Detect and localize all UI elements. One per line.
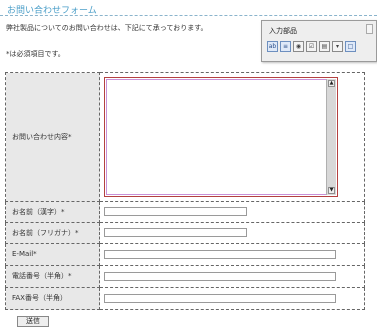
submit-button[interactable]: 送信 (17, 316, 49, 327)
fax-cell (99, 286, 365, 311)
form-row-fax: FAX番号（半角） (5, 286, 365, 311)
toolbar-button-row: ab ≡ ◉ ☑ ▤ ▾ □ (267, 41, 356, 54)
required-note: *は必須項目です。 (6, 50, 65, 58)
dropdown-icon[interactable]: ▾ (332, 41, 343, 52)
inquiry-label: お問い合わせ内容* (5, 72, 100, 202)
name-kanji-input[interactable] (104, 207, 247, 217)
input-parts-toolbar[interactable]: 入力部品 ab ≡ ◉ ☑ ▤ ▾ □ (261, 20, 377, 62)
toolbar-close-icon[interactable] (366, 24, 373, 34)
toolbar-title: 入力部品 (269, 27, 297, 35)
inquiry-cell: ▲ ▼ (99, 72, 365, 202)
name-kana-input[interactable] (104, 228, 247, 238)
name-kanji-cell (99, 200, 365, 223)
checkbox-group-icon[interactable]: ☑ (306, 41, 317, 52)
textarea-scrollbar[interactable]: ▲ ▼ (326, 78, 336, 195)
name-kanji-label: お名前（漢字）* (5, 200, 100, 223)
form-row-name-kana: お名前（フリガナ）* (5, 221, 365, 244)
name-kana-label: お名前（フリガナ）* (5, 221, 100, 244)
form-row-email: E-Mail* (5, 242, 365, 266)
radio-group-icon[interactable]: ◉ (293, 41, 304, 52)
email-cell (99, 242, 365, 266)
scroll-down-icon[interactable]: ▼ (328, 186, 335, 194)
submit-button-icon[interactable]: □ (345, 41, 356, 52)
list-box-icon[interactable]: ▤ (319, 41, 330, 52)
scroll-up-icon[interactable]: ▲ (328, 79, 335, 87)
intro-text: 弊社製品についてのお問い合わせは、下記にて承っております。 (6, 24, 208, 32)
contact-form-table: お問い合わせ内容* ▲ ▼ お名前（漢字）* お名前（フリガナ）* E-Mail… (5, 72, 365, 311)
text-field-icon[interactable]: ab (267, 41, 278, 52)
phone-input[interactable] (104, 271, 336, 281)
inquiry-textarea-inner (106, 78, 336, 195)
name-kana-cell (99, 221, 365, 244)
form-row-phone: 電話番号（半角）* (5, 264, 365, 288)
phone-cell (99, 264, 365, 288)
fax-label: FAX番号（半角） (5, 286, 100, 311)
email-input[interactable] (104, 249, 336, 259)
inquiry-textarea[interactable]: ▲ ▼ (104, 76, 338, 197)
email-label: E-Mail* (5, 242, 100, 266)
form-row-name-kanji: お名前（漢字）* (5, 200, 365, 223)
form-row-inquiry: お問い合わせ内容* ▲ ▼ (5, 72, 365, 202)
textarea-icon[interactable]: ≡ (280, 41, 291, 52)
title-divider (0, 15, 377, 16)
phone-label: 電話番号（半角）* (5, 264, 100, 288)
fax-input[interactable] (104, 293, 336, 303)
